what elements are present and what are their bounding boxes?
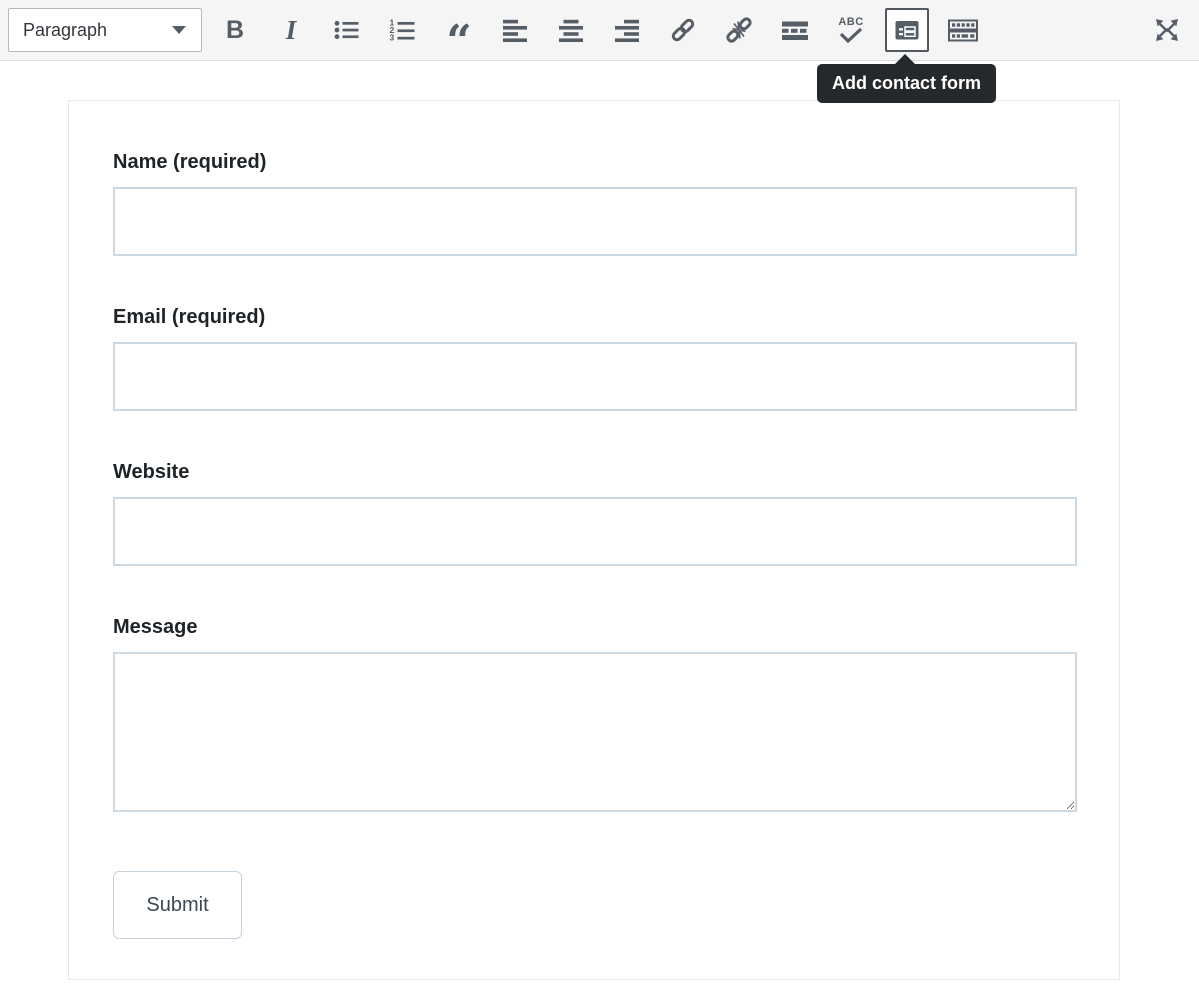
align-left-button[interactable] xyxy=(487,8,543,52)
spellcheck-button[interactable]: ABC xyxy=(823,8,879,52)
bulleted-list-button[interactable] xyxy=(319,8,375,52)
form-field-email: Email (required) xyxy=(113,305,1077,411)
insert-link-button[interactable] xyxy=(655,8,711,52)
italic-button[interactable]: I xyxy=(263,8,319,52)
fullscreen-button[interactable] xyxy=(1139,8,1195,52)
email-input[interactable] xyxy=(113,342,1077,411)
contact-form-preview: Name (required) Email (required) Website… xyxy=(68,100,1120,980)
email-label: Email (required) xyxy=(113,305,1077,329)
blockquote-button[interactable]: “ xyxy=(431,8,487,52)
align-center-icon xyxy=(556,15,586,45)
add-contact-form-icon xyxy=(892,15,922,45)
name-input[interactable] xyxy=(113,187,1077,256)
italic-icon: I xyxy=(286,17,297,44)
message-label: Message xyxy=(113,615,1077,639)
align-right-icon xyxy=(612,15,642,45)
tooltip-text: Add contact form xyxy=(832,73,981,94)
insert-read-more-button[interactable] xyxy=(767,8,823,52)
fullscreen-icon xyxy=(1152,15,1182,45)
align-right-button[interactable] xyxy=(599,8,655,52)
paragraph-format-select[interactable]: Paragraph xyxy=(8,8,202,52)
chevron-down-icon xyxy=(172,26,186,34)
svg-text:3: 3 xyxy=(390,33,395,43)
format-select-value: Paragraph xyxy=(23,20,107,41)
align-center-button[interactable] xyxy=(543,8,599,52)
toolbar-toggle-button[interactable] xyxy=(935,8,991,52)
read-more-icon xyxy=(780,15,810,45)
numbered-list-button[interactable]: 1 2 3 xyxy=(375,8,431,52)
website-input[interactable] xyxy=(113,497,1077,566)
bulleted-list-icon xyxy=(332,15,362,45)
unlink-icon xyxy=(724,15,754,45)
add-contact-form-button[interactable] xyxy=(879,8,935,52)
selected-button-frame xyxy=(885,8,929,52)
remove-link-button[interactable] xyxy=(711,8,767,52)
form-field-website: Website xyxy=(113,460,1077,566)
bold-button[interactable]: B xyxy=(207,8,263,52)
link-icon xyxy=(668,15,698,45)
form-field-name: Name (required) xyxy=(113,150,1077,256)
blockquote-icon: “ xyxy=(446,40,471,44)
name-label: Name (required) xyxy=(113,150,1077,174)
spellcheck-icon: ABC xyxy=(838,17,863,43)
add-contact-form-tooltip: Add contact form xyxy=(817,64,996,103)
website-label: Website xyxy=(113,460,1077,484)
message-textarea[interactable] xyxy=(113,652,1077,812)
form-field-message: Message xyxy=(113,615,1077,812)
editor-toolbar: Paragraph B I 1 2 3 “ xyxy=(0,0,1199,61)
submit-button[interactable]: Submit xyxy=(113,871,242,939)
toolbar-toggle-icon xyxy=(947,15,979,45)
numbered-list-icon: 1 2 3 xyxy=(388,15,418,45)
align-left-icon xyxy=(500,15,530,45)
bold-icon: B xyxy=(226,18,244,43)
